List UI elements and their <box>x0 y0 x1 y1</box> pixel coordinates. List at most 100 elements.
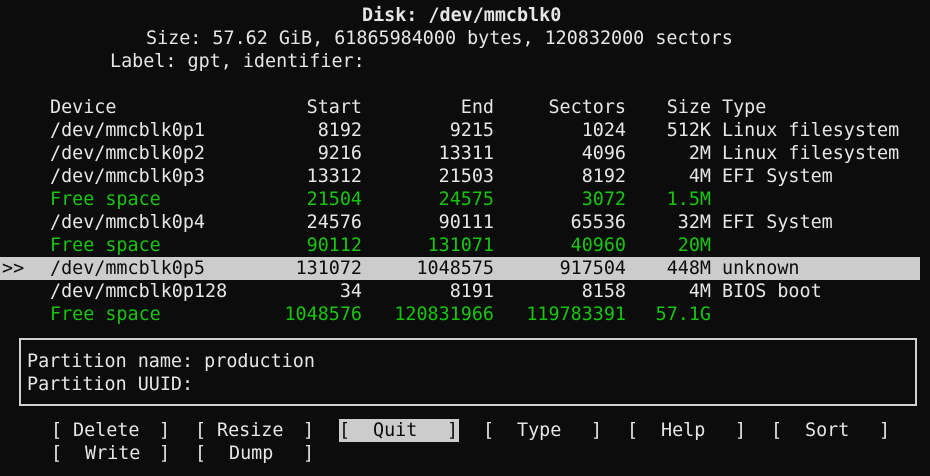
dump-label: Dump <box>229 443 274 464</box>
bracket-open: [ <box>483 420 495 441</box>
device-cell: Free space <box>50 235 161 256</box>
sectors-cell: 40960 <box>570 235 626 256</box>
bracket-close: ] <box>303 420 315 441</box>
type-cell: Linux filesystem <box>722 120 900 141</box>
end-cell: 1048575 <box>416 258 494 279</box>
partition-row[interactable]: /dev/mmcblk0p2 9216 13311 4096 2M Linux files… <box>0 142 930 165</box>
resize-button[interactable]: [ Resize] <box>195 419 315 442</box>
start-cell: 8192 <box>317 120 362 141</box>
bracket-open: [ <box>195 443 207 464</box>
size-cell: 1.5M <box>666 189 711 210</box>
disk-label-info: Label: gpt, identifier: <box>110 51 365 72</box>
end-cell: 13311 <box>438 143 494 164</box>
dump-button[interactable]: [ Dump] <box>195 442 315 465</box>
type-cell: unknown <box>722 258 800 279</box>
device-cell: Free space <box>50 304 161 325</box>
start-cell: 1048576 <box>284 304 362 325</box>
bracket-close: ] <box>735 420 747 441</box>
delete-label: Delete <box>73 420 140 441</box>
delete-button[interactable]: [ Delete] <box>51 419 171 442</box>
help-label: Help <box>661 420 706 441</box>
bracket-open: [ <box>195 420 207 441</box>
start-cell: 21504 <box>306 189 362 210</box>
end-cell: 9215 <box>449 120 494 141</box>
bracket-close: ] <box>159 420 171 441</box>
disk-title: Disk: /dev/mmcblk0 <box>362 5 562 26</box>
partition-row[interactable]: >> /dev/mmcblk0p5 131072 1048575 917504 448M u… <box>0 257 920 280</box>
end-cell: 24575 <box>438 189 494 210</box>
sectors-cell: 1024 <box>581 120 626 141</box>
start-cell: 34 <box>339 281 362 302</box>
type-cell: Linux filesystem <box>722 143 900 164</box>
end-cell: 21503 <box>438 166 494 187</box>
type-cell: BIOS boot <box>722 281 822 302</box>
type-label: Type <box>517 420 562 441</box>
write-button[interactable]: [ Write] <box>51 442 171 465</box>
start-cell: 131072 <box>295 258 362 279</box>
start-cell: 9216 <box>317 143 362 164</box>
free-space-row[interactable]: Free space 90112 131071 40960 20M <box>0 234 930 257</box>
free-space-row[interactable]: Free space 21504 24575 3072 1.5M <box>0 188 930 211</box>
partition-name-value: production <box>204 351 315 372</box>
device-cell: /dev/mmcblk0p4 <box>50 212 206 233</box>
sectors-cell: 8158 <box>581 281 626 302</box>
write-label: Write <box>85 443 141 464</box>
column-start-header: Start <box>306 97 362 118</box>
end-cell: 120831966 <box>394 304 494 325</box>
device-cell: /dev/mmcblk0p3 <box>50 166 206 187</box>
device-cell: /dev/mmcblk0p128 <box>50 281 228 302</box>
column-sectors-header: Sectors <box>548 97 626 118</box>
start-cell: 90112 <box>306 235 362 256</box>
quit-button[interactable]: [Quit] <box>339 419 459 442</box>
column-type-header: Type <box>722 97 767 118</box>
start-cell: 24576 <box>306 212 362 233</box>
size-cell: 448M <box>666 258 711 279</box>
partition-uuid-label: Partition UUID: <box>27 374 194 395</box>
partition-row[interactable]: /dev/mmcblk0p1 8192 9215 1024 512K Linux file… <box>0 119 930 142</box>
quit-label: Quit <box>373 420 418 441</box>
end-cell: 8191 <box>449 281 494 302</box>
bracket-open: [ <box>51 420 63 441</box>
bracket-close: ] <box>591 420 603 441</box>
resize-label: Resize <box>217 420 284 441</box>
type-button[interactable]: [ Type] <box>483 419 603 442</box>
bracket-open: [ <box>771 420 783 441</box>
type-cell: EFI System <box>722 212 833 233</box>
end-cell: 131071 <box>427 235 494 256</box>
column-size-header: Size <box>666 97 711 118</box>
partition-row[interactable]: /dev/mmcblk0p128 34 8191 8158 4M BIOS boot <box>0 280 930 303</box>
sort-label: Sort <box>805 420 850 441</box>
sort-button[interactable]: [Sort] <box>771 419 891 442</box>
bracket-close: ] <box>303 443 315 464</box>
sectors-cell: 3072 <box>581 189 626 210</box>
device-cell: /dev/mmcblk0p1 <box>50 120 206 141</box>
device-cell: /dev/mmcblk0p5 <box>50 258 206 279</box>
size-cell: 4M <box>688 281 711 302</box>
sectors-cell: 8192 <box>581 166 626 187</box>
partition-uuid-line: Partition UUID: <box>27 373 204 396</box>
partition-row[interactable]: /dev/mmcblk0p3 13312 21503 8192 4M EFI System <box>0 165 930 188</box>
bracket-open: [ <box>51 443 63 464</box>
bracket-close: ] <box>159 443 171 464</box>
size-cell: 4M <box>688 166 711 187</box>
device-cell: Free space <box>50 189 161 210</box>
disk-size-info: Size: 57.62 GiB, 61865984000 bytes, 1208… <box>146 28 733 49</box>
sectors-cell: 119783391 <box>526 304 626 325</box>
help-button[interactable]: [ Help] <box>627 419 747 442</box>
sectors-cell: 917504 <box>559 258 626 279</box>
partition-name-label: Partition name: <box>27 351 194 372</box>
end-cell: 90111 <box>438 212 494 233</box>
sectors-cell: 4096 <box>581 143 626 164</box>
size-cell: 20M <box>677 235 711 256</box>
selection-marker: >> <box>2 258 25 279</box>
device-cell: /dev/mmcblk0p2 <box>50 143 206 164</box>
partition-info-box: Partition name: production Partition UUI… <box>19 338 917 406</box>
size-cell: 512K <box>666 120 711 141</box>
free-space-row[interactable]: Free space 1048576 120831966 119783391 57.1G <box>0 303 930 326</box>
partition-row[interactable]: /dev/mmcblk0p4 24576 90111 65536 32M EFI Syst… <box>0 211 930 234</box>
size-cell: 57.1G <box>655 304 711 325</box>
bracket-open: [ <box>627 420 639 441</box>
start-cell: 13312 <box>306 166 362 187</box>
size-cell: 32M <box>677 212 711 233</box>
partition-name-line: Partition name: production <box>27 350 315 373</box>
